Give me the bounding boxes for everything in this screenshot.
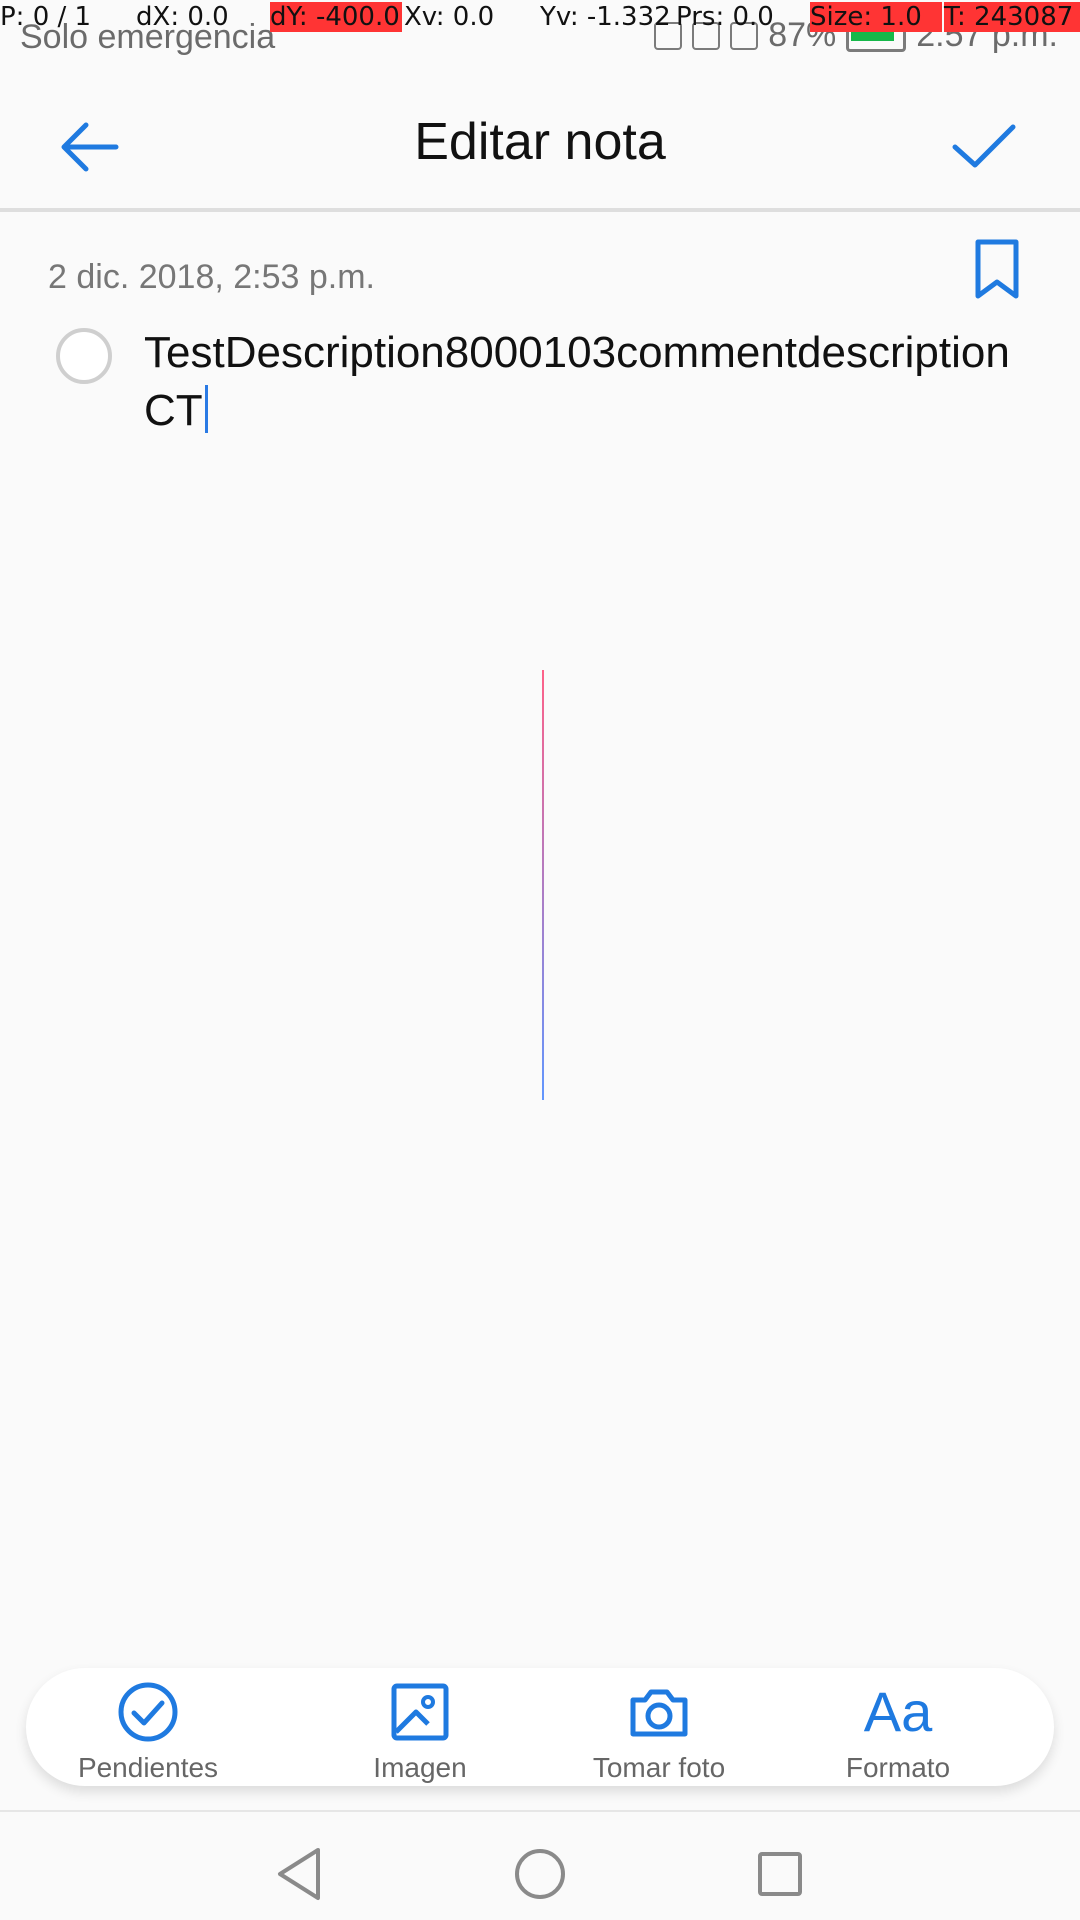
- debug-yv: Yv: -1.332: [540, 2, 671, 32]
- toolbar-tomar-foto[interactable]: Tomar foto: [539, 1680, 779, 1786]
- toolbar-tomar-foto-label: Tomar foto: [592, 1752, 726, 1783]
- triangle-back-icon: [278, 1848, 320, 1900]
- nav-recents-button[interactable]: [740, 1834, 820, 1914]
- save-button[interactable]: [936, 112, 1032, 182]
- note-date: 2 dic. 2018, 2:53 p.m.: [48, 258, 375, 296]
- note-text-content: TestDescription8000103commentdescription…: [144, 328, 1010, 435]
- debug-prs: Prs: 0.0: [676, 2, 774, 32]
- square-recents-icon: [758, 1852, 802, 1896]
- text-cursor: [204, 385, 208, 433]
- touch-trace-line: [542, 670, 544, 1100]
- app-bar: Editar nota: [0, 42, 1080, 212]
- checkbox-circle-icon: [118, 1682, 178, 1742]
- camera-icon: [630, 1689, 688, 1737]
- circle-home-icon: [515, 1849, 565, 1899]
- format-aa-icon: Aa: [863, 1680, 933, 1743]
- page-title: Editar nota: [414, 113, 666, 171]
- toolbar-pendientes-label: Pendientes: [77, 1752, 219, 1783]
- nav-back-button[interactable]: [260, 1834, 340, 1914]
- toolbar-formato-label: Formato: [845, 1752, 951, 1783]
- todo-checkbox[interactable]: [56, 328, 112, 384]
- image-icon: [391, 1683, 449, 1741]
- debug-dy: dY: -400.0: [270, 2, 402, 32]
- pointer-debug-overlay: P: 0 / 1 dX: 0.0 dY: -400.0 Xv: 0.0 Yv: …: [0, 0, 1080, 34]
- debug-time: T: 243087: [944, 2, 1080, 32]
- debug-size: Size: 1.0: [810, 2, 942, 32]
- toolbar-imagen[interactable]: Imagen: [300, 1680, 540, 1786]
- debug-dx: dX: 0.0: [136, 2, 229, 32]
- bookmark-icon: [975, 239, 1019, 299]
- check-icon: [952, 124, 1016, 168]
- system-nav-bar: [0, 1810, 1080, 1920]
- debug-xv: Xv: 0.0: [404, 2, 495, 32]
- note-text-editor[interactable]: TestDescription8000103commentdescription…: [144, 324, 1024, 440]
- bookmark-button[interactable]: [970, 238, 1024, 302]
- toolbar-formato[interactable]: Aa Formato: [778, 1680, 1018, 1786]
- debug-pointer: P: 0 / 1: [0, 2, 92, 32]
- toolbar-pendientes[interactable]: Pendientes: [28, 1680, 268, 1786]
- toolbar-imagen-label: Imagen: [373, 1752, 467, 1783]
- bottom-toolbar: Pendientes Imagen Tomar foto Aa Formato: [26, 1668, 1054, 1786]
- nav-home-button[interactable]: [500, 1834, 580, 1914]
